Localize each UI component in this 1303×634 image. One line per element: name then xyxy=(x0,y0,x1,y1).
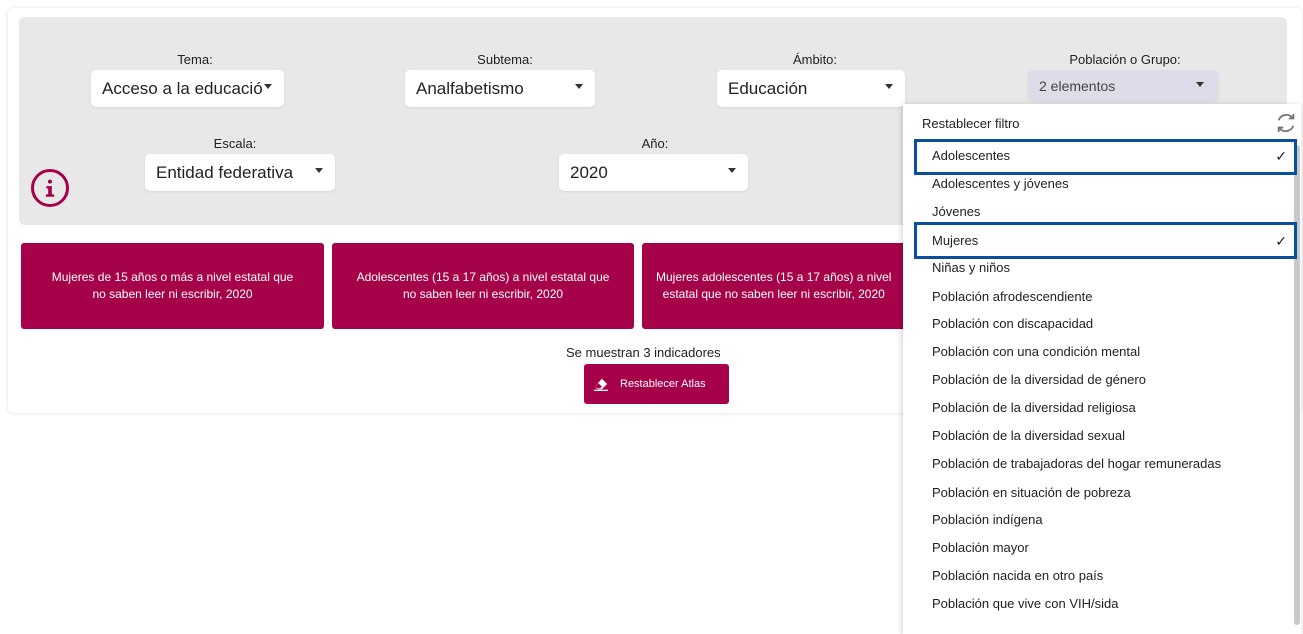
dropdown-item-label: Adolescentes y jóvenes xyxy=(932,176,1069,191)
tema-value: Acceso a la educació xyxy=(102,78,263,98)
eraser-icon xyxy=(594,378,608,391)
indicator-line1: Mujeres de 15 años o más a nivel estatal… xyxy=(51,270,294,284)
dropdown-item-label: Población con discapacidad xyxy=(932,316,1094,331)
reset-atlas-button[interactable]: Restablecer Atlas xyxy=(584,364,729,404)
dropdown-item-label: Población nacida en otro país xyxy=(932,568,1104,583)
dropdown-item[interactable]: Adolescentes y jóvenes xyxy=(932,174,1292,194)
refresh-icon[interactable] xyxy=(1275,112,1297,134)
dropdown-item[interactable]: Población de la diversidad de género xyxy=(932,370,1292,390)
dropdown-item[interactable]: Población que vive con VIH/sida xyxy=(932,594,1292,614)
subtema-label: Subtema: xyxy=(477,52,533,67)
ambito-label: Ámbito: xyxy=(792,52,838,67)
dropdown-item[interactable]: Población nacida en otro país xyxy=(932,566,1292,586)
poblacion-label: Población o Grupo: xyxy=(1069,52,1181,67)
dropdown-item[interactable]: Población afrodescendiente xyxy=(932,287,1292,307)
chevron-down-icon xyxy=(1196,82,1204,87)
dropdown-item-label: Población con una condición mental xyxy=(932,344,1141,359)
dropdown-item[interactable]: Población de trabajadoras del hogar remu… xyxy=(932,454,1292,474)
selection-highlight xyxy=(914,139,1297,175)
dropdown-item-label: Población de la diversidad sexual xyxy=(932,428,1125,443)
chevron-down-icon xyxy=(885,84,893,89)
reset-filter-link[interactable]: Restablecer filtro xyxy=(922,116,1020,131)
dropdown-item-label: Jóvenes xyxy=(932,204,981,219)
anio-select[interactable]: 2020 xyxy=(559,154,748,191)
ambito-value: Educación xyxy=(728,78,808,98)
poblacion-select[interactable]: 2 elementos xyxy=(1028,70,1218,101)
indicator-card[interactable]: Mujeres de 15 años o más a nivel estatal… xyxy=(21,243,324,329)
dropdown-item-label: Población indígena xyxy=(932,512,1043,527)
tema-select[interactable]: Acceso a la educació xyxy=(91,70,284,107)
indicator-line2: no saben leer ni escribir, 2020 xyxy=(402,287,564,301)
subtema-value: Analfabetismo xyxy=(416,78,524,98)
subtema-select[interactable]: Analfabetismo xyxy=(405,70,595,107)
indicator-line2: no saben leer ni escribir, 2020 xyxy=(92,287,253,301)
indicator-count: Se muestran 3 indicadores xyxy=(566,345,721,360)
escala-select[interactable]: Entidad federativa xyxy=(145,154,335,191)
chevron-down-icon xyxy=(315,168,323,173)
dropdown-item[interactable]: Población de la diversidad sexual xyxy=(932,426,1292,446)
anio-value: 2020 xyxy=(570,162,608,182)
info-glyph xyxy=(45,179,55,197)
reset-atlas-label: Restablecer Atlas xyxy=(620,378,706,390)
dropdown-item-label: Población que vive con VIH/sida xyxy=(932,596,1119,611)
anio-label: Año: xyxy=(641,136,669,151)
dropdown-item[interactable]: Jóvenes xyxy=(932,202,1292,222)
dropdown-item[interactable]: Población con discapacidad xyxy=(932,314,1292,334)
dropdown-item-label: Niñas y niños xyxy=(932,260,1011,275)
dropdown-item[interactable]: Población mayor xyxy=(932,538,1292,558)
info-icon[interactable] xyxy=(31,169,69,207)
chevron-down-icon xyxy=(728,168,736,173)
chevron-down-icon xyxy=(575,84,583,89)
indicator-line2: estatal que no saben leer ni escribir, 2… xyxy=(662,287,885,301)
indicator-card[interactable]: Mujeres adolescentes (15 a 17 años) a ni… xyxy=(642,243,942,329)
dropdown-item-label: Población de trabajadoras del hogar remu… xyxy=(932,456,1222,471)
poblacion-value: 2 elementos xyxy=(1039,77,1116,94)
indicator-card[interactable]: Adolescentes (15 a 17 años) a nivel esta… xyxy=(332,243,634,329)
dropdown-item-label: Población de la diversidad religiosa xyxy=(932,400,1136,415)
tema-label: Tema: xyxy=(177,52,213,67)
dropdown-item-label: Población afrodescendiente xyxy=(932,289,1093,304)
chevron-down-icon xyxy=(264,84,272,89)
indicator-line1: Adolescentes (15 a 17 años) a nivel esta… xyxy=(356,270,610,284)
dropdown-item[interactable]: Población indígena xyxy=(932,510,1292,530)
dropdown-item[interactable]: Población de la diversidad religiosa xyxy=(932,398,1292,418)
dropdown-item-label: Población mayor xyxy=(932,540,1029,555)
dropdown-item[interactable]: Población en situación de pobreza xyxy=(932,483,1292,503)
dropdown-item-label: Población de la diversidad de género xyxy=(932,372,1146,387)
dropdown-scrollbar[interactable] xyxy=(1294,145,1300,625)
escala-value: Entidad federativa xyxy=(156,162,294,182)
indicator-line1: Mujeres adolescentes (15 a 17 años) a ni… xyxy=(656,270,892,284)
escala-label: Escala: xyxy=(213,136,257,151)
ambito-select[interactable]: Educación xyxy=(717,70,905,107)
dropdown-item[interactable]: Niñas y niños xyxy=(932,258,1292,278)
dropdown-item[interactable]: Población con una condición mental xyxy=(932,342,1292,362)
dropdown-item-label: Población en situación de pobreza xyxy=(932,485,1131,500)
selection-highlight xyxy=(914,222,1297,259)
population-dropdown: Restablecer filtro Adolescentes ✓ Adoles… xyxy=(903,104,1301,634)
